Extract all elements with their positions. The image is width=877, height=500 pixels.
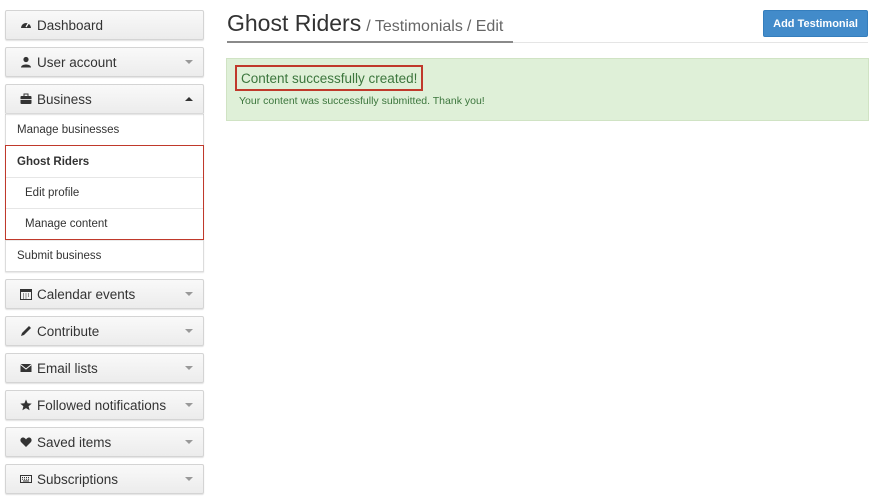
chevron-down-icon — [185, 329, 193, 333]
nav-followed-notifications-label: Followed notifications — [37, 397, 167, 413]
ghost-riders-group: Ghost Riders Edit profile Manage content — [5, 145, 204, 240]
chevron-down-icon — [185, 403, 193, 407]
nav-subscriptions[interactable]: Subscriptions — [5, 464, 204, 494]
sidebar-item-manage-businesses[interactable]: Manage businesses — [6, 114, 203, 145]
add-testimonial-button[interactable]: Add Testimonial — [763, 10, 868, 37]
nav-contribute[interactable]: Contribute — [5, 316, 204, 346]
pencil-icon — [19, 325, 32, 338]
nav-dashboard-label: Dashboard — [37, 17, 104, 33]
success-alert: Content successfully created! Your conte… — [226, 58, 869, 121]
briefcase-icon — [19, 93, 32, 106]
chevron-down-icon — [185, 477, 193, 481]
star-icon — [19, 399, 32, 412]
keyboard-icon — [19, 473, 32, 486]
alert-title: Content successfully created! — [235, 65, 424, 91]
nav-email-lists[interactable]: Email lists — [5, 353, 204, 383]
nav-user-account-label: User account — [37, 54, 117, 70]
nav-dashboard[interactable]: Dashboard — [5, 10, 204, 40]
breadcrumb-testimonials[interactable]: / Testimonials — [366, 18, 463, 36]
nav-subscriptions-label: Subscriptions — [37, 471, 119, 487]
envelope-icon — [19, 362, 32, 375]
chevron-up-icon — [185, 97, 193, 101]
nav-followed-notifications[interactable]: Followed notifications — [5, 390, 204, 420]
chevron-down-icon — [185, 366, 193, 370]
nav-email-lists-label: Email lists — [37, 360, 98, 376]
tachometer-icon — [19, 19, 32, 32]
heart-icon — [19, 436, 32, 449]
alert-message: Your content was successfully submitted.… — [239, 95, 485, 107]
chevron-down-icon — [185, 60, 193, 64]
sidebar-item-manage-content[interactable]: Manage content — [6, 208, 203, 239]
nav-calendar-events-label: Calendar events — [37, 286, 136, 302]
user-icon — [19, 56, 32, 69]
nav-saved-items-label: Saved items — [37, 434, 112, 450]
nav-contribute-label: Contribute — [37, 323, 100, 339]
sidebar-item-ghost-riders[interactable]: Ghost Riders — [6, 146, 203, 177]
sidebar-item-edit-profile[interactable]: Edit profile — [6, 177, 203, 208]
chevron-down-icon — [185, 292, 193, 296]
page-title: Ghost Riders — [227, 10, 362, 36]
chevron-down-icon — [185, 440, 193, 444]
nav-business-label: Business — [37, 91, 92, 107]
nav-saved-items[interactable]: Saved items — [5, 427, 204, 457]
business-submenu: Manage businesses Ghost Riders Edit prof… — [5, 114, 204, 272]
nav-calendar-events[interactable]: Calendar events — [5, 279, 204, 309]
breadcrumb: Ghost Riders / Testimonials / Edit — [227, 10, 514, 43]
nav-business[interactable]: Business — [5, 84, 204, 114]
breadcrumb-edit: / Edit — [466, 18, 504, 35]
sidebar-item-submit-business[interactable]: Submit business — [6, 240, 203, 271]
sidebar: Dashboard User account Business Manage b… — [5, 10, 204, 500]
nav-user-account[interactable]: User account — [5, 47, 204, 77]
calendar-icon — [19, 288, 32, 301]
